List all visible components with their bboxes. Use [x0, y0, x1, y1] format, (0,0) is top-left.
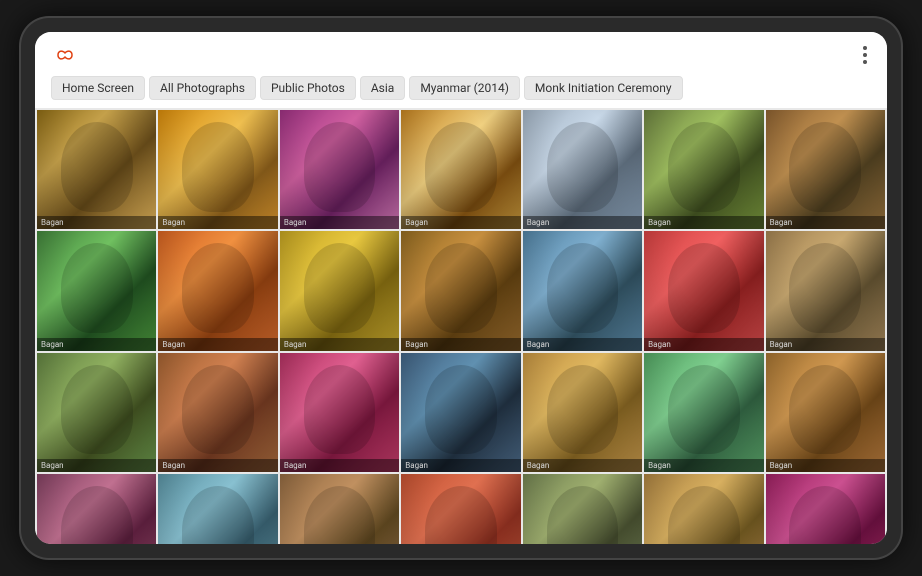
- breadcrumb-asia[interactable]: Asia: [360, 76, 405, 100]
- photo-label-1: Bagan: [37, 216, 156, 229]
- photo-cell-10[interactable]: Bagan: [280, 231, 399, 350]
- zenfolio-logo: [51, 48, 79, 62]
- breadcrumb-ceremony[interactable]: Monk Initiation Ceremony: [524, 76, 683, 100]
- photo-cell-2[interactable]: Bagan: [158, 110, 277, 229]
- photo-portrait-1: [61, 122, 133, 212]
- photo-grid: BaganBaganBaganBaganBaganBaganBaganBagan…: [35, 108, 887, 544]
- photo-portrait-7: [789, 122, 861, 212]
- photo-cell-26[interactable]: Bagan: [523, 474, 642, 544]
- breadcrumb: Home Screen All Photographs Public Photo…: [51, 76, 871, 108]
- photo-cell-5[interactable]: Bagan: [523, 110, 642, 229]
- photo-cell-14[interactable]: Bagan: [766, 231, 885, 350]
- dot-3: [863, 60, 867, 64]
- photo-cell-20[interactable]: Bagan: [644, 353, 763, 472]
- photo-portrait-13: [668, 243, 740, 333]
- photo-grid-container: BaganBaganBaganBaganBaganBaganBaganBagan…: [35, 108, 887, 544]
- photo-cell-3[interactable]: Bagan: [280, 110, 399, 229]
- photo-portrait-25: [425, 486, 497, 544]
- photo-cell-1[interactable]: Bagan: [37, 110, 156, 229]
- breadcrumb-all-photographs[interactable]: All Photographs: [149, 76, 256, 100]
- header-top: [51, 42, 871, 68]
- photo-label-11: Bagan: [401, 338, 520, 351]
- photo-portrait-2: [182, 122, 254, 212]
- dot-2: [863, 53, 867, 57]
- photo-portrait-26: [547, 486, 619, 544]
- header: Home Screen All Photographs Public Photo…: [35, 32, 887, 108]
- photo-label-5: Bagan: [523, 216, 642, 229]
- photo-label-8: Bagan: [37, 338, 156, 351]
- photo-portrait-9: [182, 243, 254, 333]
- photo-label-18: Bagan: [401, 459, 520, 472]
- photo-label-10: Bagan: [280, 338, 399, 351]
- photo-cell-24[interactable]: Bagan: [280, 474, 399, 544]
- photo-portrait-6: [668, 122, 740, 212]
- photo-cell-6[interactable]: Bagan: [644, 110, 763, 229]
- photo-cell-22[interactable]: Bagan: [37, 474, 156, 544]
- photo-portrait-18: [425, 365, 497, 455]
- header-left: [51, 48, 89, 62]
- photo-portrait-22: [61, 486, 133, 544]
- photo-label-16: Bagan: [158, 459, 277, 472]
- photo-cell-18[interactable]: Bagan: [401, 353, 520, 472]
- photo-cell-12[interactable]: Bagan: [523, 231, 642, 350]
- photo-portrait-3: [304, 122, 376, 212]
- photo-cell-15[interactable]: Bagan: [37, 353, 156, 472]
- photo-label-20: Bagan: [644, 459, 763, 472]
- photo-label-14: Bagan: [766, 338, 885, 351]
- photo-label-21: Bagan: [766, 459, 885, 472]
- photo-cell-25[interactable]: Bagan: [401, 474, 520, 544]
- photo-label-6: Bagan: [644, 216, 763, 229]
- device-screen: Home Screen All Photographs Public Photo…: [35, 32, 887, 544]
- photo-label-12: Bagan: [523, 338, 642, 351]
- photo-cell-16[interactable]: Bagan: [158, 353, 277, 472]
- photo-cell-8[interactable]: Bagan: [37, 231, 156, 350]
- photo-portrait-10: [304, 243, 376, 333]
- photo-cell-9[interactable]: Bagan: [158, 231, 277, 350]
- photo-label-15: Bagan: [37, 459, 156, 472]
- photo-cell-7[interactable]: Bagan: [766, 110, 885, 229]
- photo-portrait-12: [547, 243, 619, 333]
- photo-portrait-16: [182, 365, 254, 455]
- photo-portrait-14: [789, 243, 861, 333]
- device-frame: Home Screen All Photographs Public Photo…: [21, 18, 901, 558]
- photo-label-17: Bagan: [280, 459, 399, 472]
- photo-label-9: Bagan: [158, 338, 277, 351]
- photo-portrait-28: [789, 486, 861, 544]
- photo-portrait-17: [304, 365, 376, 455]
- breadcrumb-myanmar[interactable]: Myanmar (2014): [409, 76, 520, 100]
- photo-label-3: Bagan: [280, 216, 399, 229]
- photo-portrait-21: [789, 365, 861, 455]
- photo-label-2: Bagan: [158, 216, 277, 229]
- zenfolio-infinity-icon: [51, 48, 79, 62]
- photo-portrait-5: [547, 122, 619, 212]
- photo-portrait-15: [61, 365, 133, 455]
- photo-cell-11[interactable]: Bagan: [401, 231, 520, 350]
- photo-label-7: Bagan: [766, 216, 885, 229]
- photo-cell-27[interactable]: Bagan: [644, 474, 763, 544]
- photo-cell-17[interactable]: Bagan: [280, 353, 399, 472]
- photo-cell-21[interactable]: Bagan: [766, 353, 885, 472]
- dot-1: [863, 46, 867, 50]
- photo-portrait-24: [304, 486, 376, 544]
- photo-cell-13[interactable]: Bagan: [644, 231, 763, 350]
- breadcrumb-home[interactable]: Home Screen: [51, 76, 145, 100]
- photo-cell-4[interactable]: Bagan: [401, 110, 520, 229]
- photo-portrait-8: [61, 243, 133, 333]
- photo-cell-19[interactable]: Bagan: [523, 353, 642, 472]
- more-options-button[interactable]: [859, 42, 871, 68]
- photo-portrait-4: [425, 122, 497, 212]
- photo-portrait-23: [182, 486, 254, 544]
- photo-label-13: Bagan: [644, 338, 763, 351]
- photo-label-19: Bagan: [523, 459, 642, 472]
- photo-cell-28[interactable]: Bagan: [766, 474, 885, 544]
- photo-portrait-20: [668, 365, 740, 455]
- breadcrumb-public-photos[interactable]: Public Photos: [260, 76, 356, 100]
- photo-portrait-11: [425, 243, 497, 333]
- photo-portrait-19: [547, 365, 619, 455]
- photo-portrait-27: [668, 486, 740, 544]
- photo-cell-23[interactable]: Bagan: [158, 474, 277, 544]
- photo-label-4: Bagan: [401, 216, 520, 229]
